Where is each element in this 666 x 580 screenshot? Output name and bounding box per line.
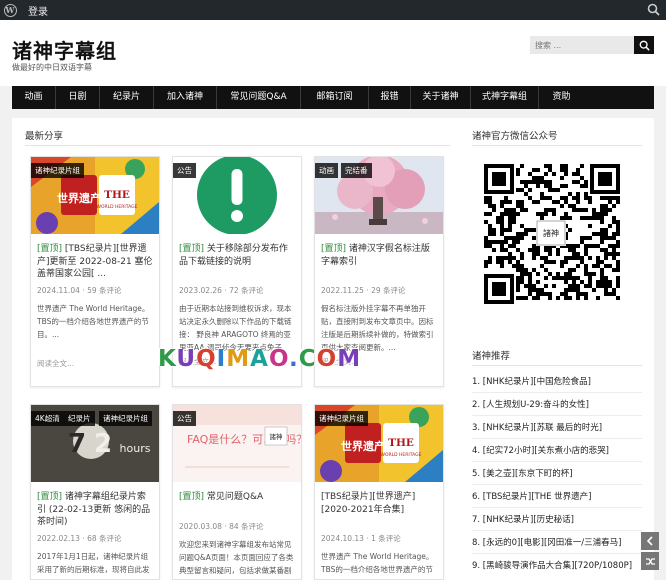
svg-text:hours: hours [120, 442, 151, 455]
wechat-qr-code: 諸神 [472, 150, 630, 316]
site-title[interactable]: 诸神字幕组 [12, 35, 117, 64]
post-card[interactable]: 世界遗产 THE WORLD HERITAGE 诸神纪录片组 [TBS纪录片][… [314, 404, 444, 580]
svg-text:2: 2 [94, 429, 112, 459]
random-post-button[interactable] [641, 552, 659, 570]
search-icon [639, 40, 650, 51]
post-card[interactable]: 世界遗产 THE WORLD HERITAGE 诸神纪录片组 [置顶] [TBS… [30, 156, 160, 387]
post-meta: 2020.03.08 · 84 条评论 [179, 522, 264, 531]
back-to-top-button[interactable] [641, 532, 659, 550]
shuffle-icon [645, 557, 655, 565]
nav-item-drama[interactable]: 日剧 [56, 86, 100, 109]
nav-item-email-subscribe[interactable]: 邮箱订阅 [301, 86, 369, 109]
post-thumbnail[interactable]: 世界遗产 THE WORLD HERITAGE 诸神纪录片组 [315, 405, 443, 482]
qr-logo-text: 諸神 [543, 228, 559, 238]
post-card[interactable]: FAQ是什么？可以吃吗？ 諸神 公告 [置顶] 常见问题Q&A 2020.03.… [172, 404, 302, 580]
category-label[interactable]: 4K超清 [31, 411, 64, 426]
latest-share-title: 最新分享 [25, 131, 64, 142]
post-excerpt: 欢迎您来到诸神字幕组发布站常见问题Q&A页面！本页面回应了各类典型留言和疑问，包… [179, 540, 294, 575]
wechat-title: 诸神官方微信公众号 [472, 131, 558, 142]
svg-text:WORLD HERITAGE: WORLD HERITAGE [381, 452, 422, 458]
qr-code-icon: 諸神 [472, 150, 630, 316]
sticky-tag: [置顶] [37, 492, 63, 502]
post-title[interactable]: [置顶] 诸神汉字假名标注版字幕索引 [315, 243, 443, 281]
site-watermark: KUQIMAO.COM [158, 346, 362, 372]
wordpress-logo-icon[interactable]: W [0, 0, 20, 20]
read-more-link[interactable]: 阅读全文... [31, 358, 159, 369]
post-excerpt: 世界遗产 The World Heritage。TBS的一档介绍各地世界遗产的节… [37, 304, 150, 339]
svg-text:諸神: 諸神 [270, 432, 283, 441]
search-button[interactable] [634, 36, 654, 54]
recommend-item[interactable]: 7. [NHK纪录片][历史秘话] [472, 511, 642, 531]
search-icon[interactable] [647, 3, 660, 16]
recommend-item[interactable]: 9. [黑崎骏导演作品大合集][720P/1080P] [472, 557, 642, 577]
recommend-item[interactable]: 4. [纪实72小时][关东煮小店的悲哭] [472, 442, 642, 462]
recommend-item[interactable]: 6. [TBS纪录片][THE 世界遗产] [472, 488, 642, 508]
category-label[interactable]: 诸神纪录片组 [315, 411, 368, 426]
post-title[interactable]: [TBS纪录片][世界遗产][2020-2021年合集] [315, 491, 443, 529]
post-meta: 2024.10.13 · 1 条评论 [321, 534, 401, 543]
nav-item-report[interactable]: 报错 [369, 86, 411, 109]
post-title[interactable]: [置顶] 常见问题Q&A [173, 491, 301, 517]
category-label[interactable]: 完结番 [341, 163, 372, 178]
site-header: 诸神字幕组 做最好的中日双语字幕 [0, 20, 666, 86]
svg-text:THE: THE [388, 437, 414, 449]
category-label[interactable]: 动画 [315, 163, 338, 178]
post-meta: 2024.11.04 · 59 条评论 [37, 286, 122, 295]
category-label[interactable]: 纪录片 [64, 411, 95, 426]
recommend-item[interactable]: 2. [人生规划U-29:奋斗的女性] [472, 396, 642, 416]
sticky-tag: [置顶] [179, 492, 205, 502]
world-heritage-left-text: 世界遗产 [57, 191, 101, 205]
post-title-text[interactable]: 常见问题Q&A [204, 492, 263, 502]
nav-item-anime[interactable]: 动画 [12, 86, 56, 109]
category-label[interactable]: 公告 [173, 163, 196, 178]
category-label[interactable]: 诸神纪录片组 [31, 163, 84, 178]
divider [472, 365, 642, 366]
post-meta: 2022.11.25 · 29 条评论 [321, 286, 406, 295]
nav-item-documentary[interactable]: 纪录片 [100, 86, 154, 109]
divider [472, 145, 642, 146]
recommend-title: 诸神推荐 [472, 351, 511, 362]
recommend-item[interactable]: 8. [永远的0][电影][冈田准一/三浦春马] [472, 534, 642, 554]
post-title-text[interactable]: [TBS纪录片][世界遗产][2020-2021年合集] [321, 492, 415, 515]
post-meta: 2023.02.26 · 72 条评论 [179, 286, 264, 295]
sticky-tag: [置顶] [179, 244, 205, 254]
nav-item-shikigami[interactable]: 式神字幕组 [471, 86, 539, 109]
post-thumbnail[interactable]: 动画 完结番 [315, 157, 443, 234]
post-meta: 2022.02.13 · 68 条评论 [37, 534, 122, 543]
nav-item-donate[interactable]: 资助 [539, 86, 584, 109]
svg-text:7: 7 [68, 429, 86, 459]
main-nav: 动画 日剧 纪录片 加入诸神 常见问题Q&A 邮箱订阅 报错 关于诸神 式神字幕… [12, 86, 654, 109]
recommend-item[interactable]: 1. [NHK纪录片][中国危险食品] [472, 373, 642, 393]
post-card[interactable]: 7 2 hours 4K超清 纪录片 诸神纪录片组 [置顶] 诸神字幕组纪录片索… [30, 404, 160, 580]
post-thumbnail[interactable]: 世界遗产 THE WORLD HERITAGE 诸神纪录片组 [31, 157, 159, 234]
post-title[interactable]: [置顶] 关于移除部分发布作品下载链接的说明 [173, 243, 301, 281]
sticky-tag: [置顶] [321, 244, 347, 254]
category-label[interactable]: 公告 [173, 411, 196, 426]
login-link[interactable]: 登录 [28, 3, 48, 18]
post-excerpt: 2017年1月1日起，诸神纪录片组采用了新的后期标准，现将自此发布的... [37, 552, 150, 574]
svg-text:THE: THE [104, 189, 130, 201]
site-description: 做最好的中日双语字幕 [12, 63, 92, 72]
svg-text:WORLD HERITAGE: WORLD HERITAGE [97, 204, 138, 210]
recommend-item[interactable]: 3. [NHK纪录片][苏联 最后的时光] [472, 419, 642, 439]
post-thumbnail[interactable]: 公告 [173, 157, 301, 234]
search-input[interactable] [530, 36, 634, 54]
admin-bar: W 登录 [0, 0, 666, 20]
category-label[interactable]: 诸神纪录片组 [99, 411, 152, 426]
chevron-left-icon [646, 536, 653, 546]
recommend-item[interactable]: 5. [美之壶][东京下町的杯] [472, 465, 642, 485]
post-thumbnail[interactable]: FAQ是什么？可以吃吗？ 諸神 公告 [173, 405, 301, 482]
divider [25, 145, 450, 146]
post-excerpt: 世界遗产 The World Heritage。TBS的一档介绍各地世界遗产的节… [321, 552, 434, 574]
nav-item-join[interactable]: 加入诸神 [154, 86, 217, 109]
nav-item-about[interactable]: 关于诸神 [411, 86, 471, 109]
post-title[interactable]: [置顶] [TBS纪录片][世界遗产]更新至 2022-08-21 塞伦盖蒂国家… [31, 243, 159, 281]
nav-item-faq[interactable]: 常见问题Q&A [217, 86, 301, 109]
post-title[interactable]: [置顶] 诸神字幕组纪录片索引 (22-02-13更新 悠闲的品茶时间) [31, 491, 159, 529]
world-heritage-left-text: 世界遗产 [341, 439, 385, 453]
post-thumbnail[interactable]: 7 2 hours 4K超清 纪录片 诸神纪录片组 [31, 405, 159, 482]
sticky-tag: [置顶] [37, 244, 63, 254]
